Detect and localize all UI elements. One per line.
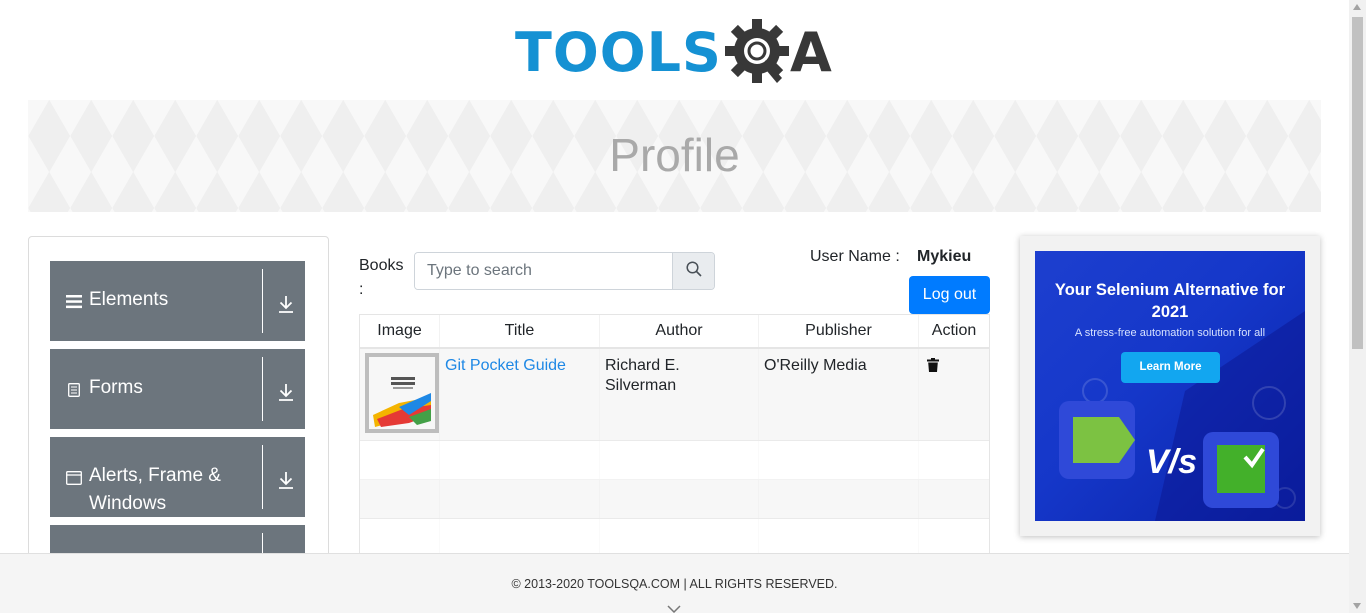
search-group xyxy=(414,252,715,290)
table-cell-author: Richard E. Silverman xyxy=(605,357,680,394)
scroll-up-arrow-icon[interactable] xyxy=(1353,4,1361,10)
page-banner: Profile xyxy=(28,100,1321,212)
username-value: Mykieu xyxy=(917,248,972,265)
scroll-down-arrow-icon[interactable] xyxy=(1353,603,1361,609)
advertisement[interactable]: Your Selenium Alternative for 2021 A str… xyxy=(1035,251,1305,521)
sidebar-group-forms[interactable]: Forms xyxy=(50,349,305,429)
column-header-publisher[interactable]: Publisher xyxy=(759,315,919,347)
search-input[interactable] xyxy=(415,253,673,289)
trash-icon[interactable] xyxy=(927,358,939,378)
footer: © 2013-2020 TOOLSQA.COM | ALL RIGHTS RES… xyxy=(0,553,1349,613)
book-cover-image xyxy=(365,353,439,433)
column-header-action[interactable]: Action xyxy=(919,315,989,347)
sidebar-group-alerts[interactable]: Alerts, Frame & Windows xyxy=(50,437,305,517)
divider xyxy=(262,357,263,421)
ad-subtitle: A stress-free automation solution for al… xyxy=(1074,327,1266,339)
ad-frame: Your Selenium Alternative for 2021 A str… xyxy=(1020,236,1320,536)
download-arrow-icon[interactable] xyxy=(278,383,294,401)
sidebar-group-elements[interactable]: Elements xyxy=(50,261,305,341)
toolsqa-logo[interactable]: TOOLS A xyxy=(515,16,837,90)
copyright-text: © 2013-2020 TOOLSQA.COM | ALL RIGHTS RES… xyxy=(511,577,838,591)
books-table: Image Title Author Publisher Action Git … xyxy=(359,314,990,564)
logo-text: TOOLS xyxy=(515,21,722,84)
table-cell-action xyxy=(919,349,989,440)
sidebar-group-label: Forms xyxy=(89,377,143,398)
table-header: Image Title Author Publisher Action xyxy=(360,315,989,349)
header: TOOLS A xyxy=(0,0,1349,100)
column-header-title[interactable]: Title xyxy=(440,315,600,347)
window-icon xyxy=(66,471,82,490)
page-title: Profile xyxy=(609,129,740,181)
page: TOOLS A Profile Elements Forms Alerts, F… xyxy=(0,0,1366,613)
download-arrow-icon[interactable] xyxy=(278,295,294,313)
table-cell-title: Git Pocket Guide xyxy=(440,349,600,440)
logout-button[interactable]: Log out xyxy=(909,276,990,314)
table-row: Git Pocket Guide Richard E. Silverman O'… xyxy=(360,349,989,441)
books-label: Books : xyxy=(359,254,403,302)
gear-magnifier-icon xyxy=(722,16,798,90)
books-label-text: Books : xyxy=(359,257,404,298)
divider xyxy=(262,445,263,509)
scrollbar-thumb[interactable] xyxy=(1352,17,1363,349)
sidebar: Elements Forms Alerts, Frame & Windows xyxy=(28,236,329,605)
table-row xyxy=(360,480,989,519)
column-header-image[interactable]: Image xyxy=(360,315,440,347)
column-header-author[interactable]: Author xyxy=(600,315,759,347)
document-icon xyxy=(68,383,80,402)
table-cell-publisher: O'Reilly Media xyxy=(764,357,867,374)
search-icon xyxy=(686,260,702,282)
chevron-down-icon[interactable] xyxy=(667,601,681,613)
page-scrollbar[interactable] xyxy=(1349,0,1366,613)
learn-more-button[interactable]: Learn More xyxy=(1121,352,1220,383)
sidebar-group-label: Elements xyxy=(89,289,169,310)
search-button[interactable] xyxy=(672,253,714,289)
divider xyxy=(262,269,263,333)
table-cell-image xyxy=(360,349,440,440)
menu-lines-icon xyxy=(66,294,82,314)
book-title-link[interactable]: Git Pocket Guide xyxy=(445,357,566,374)
username-label: User Name : xyxy=(810,248,900,265)
ad-title: Your Selenium Alternative for 2021 xyxy=(1054,281,1286,321)
sidebar-group-label: Alerts, Frame & Windows xyxy=(89,465,221,514)
download-arrow-icon[interactable] xyxy=(278,471,294,489)
table-row xyxy=(360,441,989,480)
ad-vs-text: V/s xyxy=(1146,443,1198,481)
